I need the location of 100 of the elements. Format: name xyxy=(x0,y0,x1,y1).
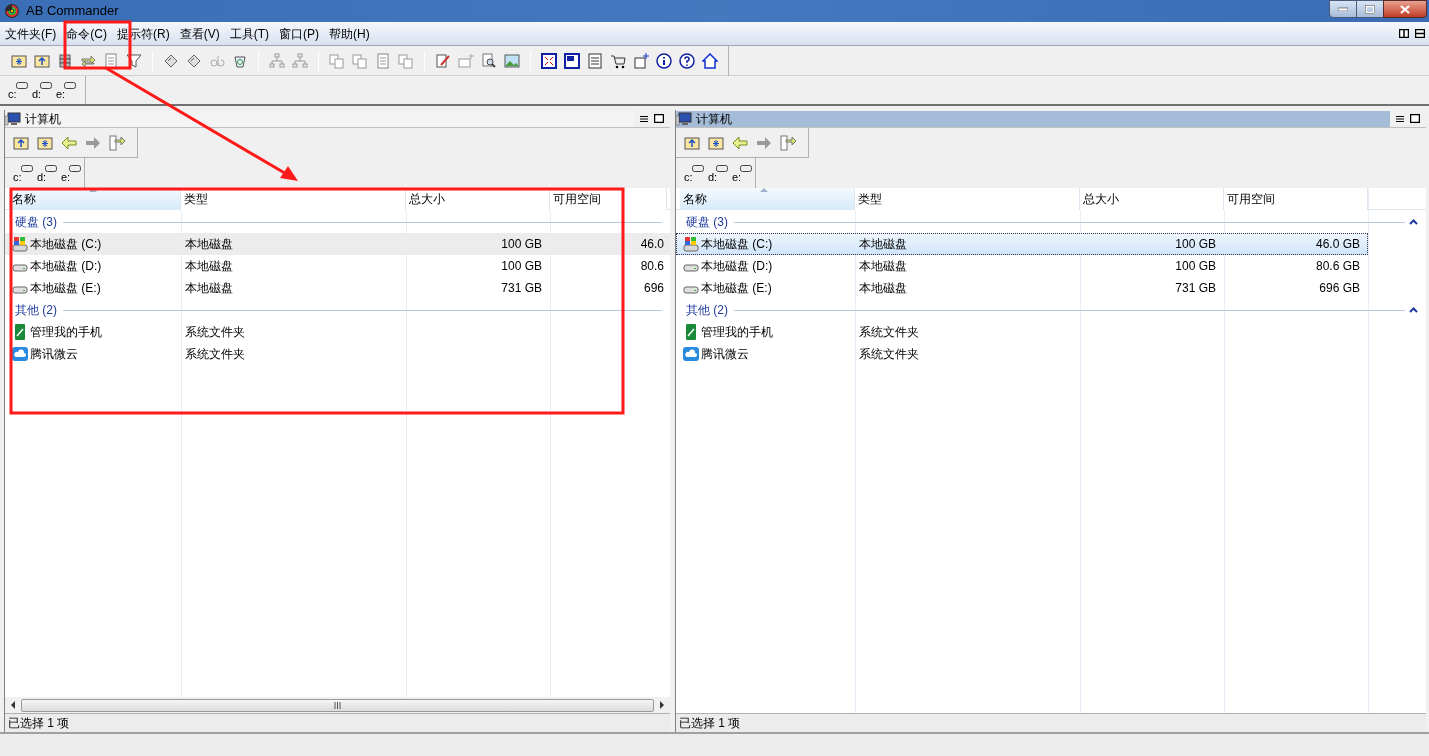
minimize-button[interactable] xyxy=(1329,0,1357,18)
note-edit-icon[interactable] xyxy=(435,52,451,69)
menu-item[interactable]: 查看(V) xyxy=(174,23,225,44)
item-name: 腾讯微云 xyxy=(701,346,749,363)
list-row[interactable]: 本地磁盘 (D:) 本地磁盘 100 GB 80.6 xyxy=(5,255,670,277)
vertical-split-icon[interactable] xyxy=(1399,29,1409,38)
folder-icon[interactable] xyxy=(37,134,53,151)
disk-stack-icon[interactable] xyxy=(57,52,73,69)
close-button[interactable] xyxy=(1383,0,1427,18)
item-name: 本地磁盘 (C:) xyxy=(30,236,102,253)
menu-icon[interactable] xyxy=(1396,114,1404,123)
pane-title: 计算机 xyxy=(25,110,61,128)
horizontal-scrollbar[interactable] xyxy=(5,697,670,713)
list-row[interactable]: 本地磁盘 (C:) 本地磁盘 100 GB 46.0 xyxy=(5,233,670,255)
menu-item[interactable]: 窗口(P) xyxy=(274,23,324,44)
list-row[interactable]: 本地磁盘 (E:) 本地磁盘 731 GB 696 xyxy=(5,277,670,299)
pane-title: 计算机 xyxy=(696,110,732,128)
folder-star-icon[interactable] xyxy=(458,52,474,69)
help-icon[interactable] xyxy=(679,52,695,69)
funnel-icon[interactable] xyxy=(126,52,142,69)
back-arrow-icon[interactable] xyxy=(732,134,748,151)
drive-button[interactable]: d: xyxy=(30,80,54,100)
drive-button[interactable]: d: xyxy=(35,163,59,183)
image-icon[interactable] xyxy=(504,52,520,69)
maximize-icon[interactable] xyxy=(654,114,664,123)
sync-arrows-icon[interactable] xyxy=(780,134,796,151)
column-header[interactable]: 名称 xyxy=(680,188,855,210)
free-space: 46.0 GB xyxy=(1315,237,1360,251)
folder-icon[interactable] xyxy=(684,134,700,151)
menu-item[interactable]: 文件夹(F) xyxy=(0,23,62,44)
folder-icon[interactable] xyxy=(13,134,29,151)
drive-button[interactable]: e: xyxy=(730,163,754,183)
sort-ascending-icon xyxy=(89,188,97,192)
window-star-icon[interactable] xyxy=(633,52,649,69)
window-icon[interactable] xyxy=(564,52,580,69)
menu-icon[interactable] xyxy=(640,114,648,123)
system-drive-icon xyxy=(683,236,699,252)
total-size: 100 GB xyxy=(1175,237,1216,251)
sync-arrows-icon[interactable] xyxy=(109,134,125,151)
expand-icon[interactable] xyxy=(541,52,557,69)
drive-icon xyxy=(69,165,81,172)
drive-button[interactable]: c: xyxy=(682,163,706,183)
list-icon[interactable] xyxy=(587,52,603,69)
total-size: 731 GB xyxy=(1175,281,1216,295)
list-row[interactable]: 管理我的手机 系统文件夹 xyxy=(676,321,1368,343)
back-arrow-icon[interactable] xyxy=(61,134,77,151)
folder-icon[interactable] xyxy=(34,52,50,69)
drive-icon xyxy=(692,165,704,172)
drive-button[interactable]: d: xyxy=(706,163,730,183)
total-size: 100 GB xyxy=(501,237,542,251)
collapse-chevron-icon[interactable] xyxy=(1409,307,1418,313)
drive-button[interactable]: e: xyxy=(54,80,78,100)
column-header[interactable]: 可用空间 xyxy=(1224,188,1368,210)
list-row[interactable]: 腾讯微云 系统文件夹 xyxy=(5,343,670,365)
list-row[interactable]: 本地磁盘 (D:) 本地磁盘 100 GB 80.6 GB xyxy=(676,255,1368,277)
drive-icon xyxy=(45,165,57,172)
drive-icon xyxy=(740,165,752,172)
grip-icon xyxy=(334,701,341,709)
app-logo-icon xyxy=(4,3,20,19)
folder-icon[interactable] xyxy=(11,52,27,69)
list-row[interactable]: 本地磁盘 (C:) 本地磁盘 100 GB 46.0 GB xyxy=(676,233,1368,255)
menu-item[interactable]: 命令(C) xyxy=(61,23,112,44)
item-type: 本地磁盘 xyxy=(185,237,233,251)
menu-item[interactable]: 工具(T) xyxy=(224,23,274,44)
restore-icon xyxy=(1365,4,1375,14)
column-header[interactable]: 类型 xyxy=(855,188,1080,210)
info-icon[interactable] xyxy=(656,52,672,69)
list-row[interactable]: 管理我的手机 系统文件夹 xyxy=(5,321,670,343)
drive-button[interactable]: e: xyxy=(59,163,83,183)
cart-icon[interactable] xyxy=(610,52,626,69)
folder-icon[interactable] xyxy=(708,134,724,151)
free-space: 696 GB xyxy=(1319,281,1360,295)
item-name: 本地磁盘 (E:) xyxy=(30,280,101,297)
maximize-button[interactable] xyxy=(1357,0,1383,18)
list-row[interactable]: 腾讯微云 系统文件夹 xyxy=(676,343,1368,365)
maximize-icon[interactable] xyxy=(1410,114,1420,123)
menu-item[interactable]: 帮助(H) xyxy=(324,23,375,44)
drive-icon xyxy=(64,82,76,89)
annotation-box xyxy=(63,20,132,70)
list-row[interactable]: 本地磁盘 (E:) 本地磁盘 731 GB 696 GB xyxy=(676,277,1368,299)
window-title: AB Commander xyxy=(26,2,119,21)
drive-button[interactable]: c: xyxy=(6,80,30,100)
drive-icon xyxy=(16,82,28,89)
diamond-icon[interactable] xyxy=(186,52,202,69)
document-icon[interactable] xyxy=(103,52,119,69)
status-text: 已选择 1 项 xyxy=(8,715,70,732)
horizontal-split-icon[interactable] xyxy=(1415,29,1425,38)
magnifier-icon[interactable] xyxy=(481,52,497,69)
collapse-chevron-icon[interactable] xyxy=(1409,219,1418,225)
free-space: 80.6 GB xyxy=(1315,259,1360,273)
item-name: 本地磁盘 (D:) xyxy=(701,258,773,275)
item-name: 腾讯微云 xyxy=(30,346,78,363)
home-icon[interactable] xyxy=(702,52,718,69)
drive-icon xyxy=(716,165,728,172)
diamond-icon[interactable] xyxy=(163,52,179,69)
drive-button[interactable]: c: xyxy=(11,163,35,183)
phone-icon xyxy=(683,324,699,340)
item-name: 本地磁盘 (C:) xyxy=(701,236,773,253)
column-header[interactable]: 总大小 xyxy=(1080,188,1224,210)
item-type: 本地磁盘 xyxy=(859,237,907,251)
